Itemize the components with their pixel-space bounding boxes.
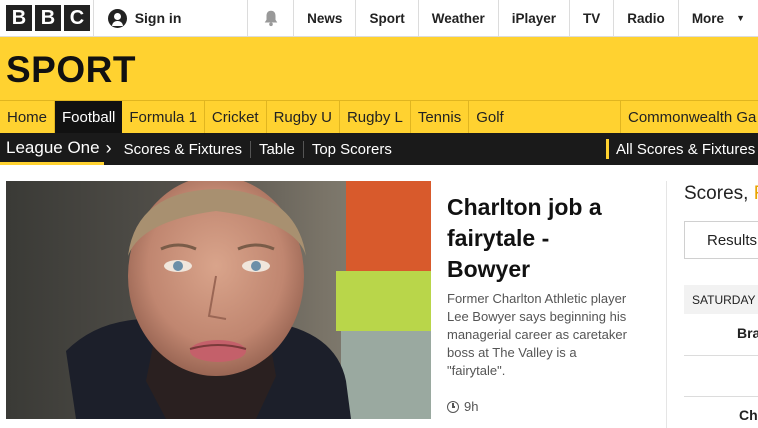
nav-more[interactable]: More ▼ bbox=[677, 0, 758, 36]
nav-news[interactable]: News bbox=[293, 0, 355, 36]
bell-icon bbox=[264, 10, 277, 27]
sport-nav: Home Football Formula 1 Cricket Rugby U … bbox=[0, 100, 758, 134]
story-image[interactable] bbox=[6, 181, 431, 419]
sport-nav-rugby-union[interactable]: Rugby U bbox=[267, 101, 340, 133]
league-nav: League One › Scores & Fixtures Table Top… bbox=[0, 133, 758, 165]
nav-iplayer[interactable]: iPlayer bbox=[497, 0, 569, 36]
nav-radio[interactable]: Radio bbox=[613, 0, 678, 36]
sport-nav-formula-1[interactable]: Formula 1 bbox=[122, 101, 205, 133]
sport-nav-golf[interactable]: Golf bbox=[469, 101, 511, 133]
row-divider bbox=[684, 355, 758, 356]
bbc-logo[interactable]: B B C bbox=[0, 0, 93, 36]
scores-panel-title: Scores, R bbox=[684, 183, 758, 205]
fixture-team[interactable]: Ch bbox=[739, 407, 758, 423]
fixture-team[interactable]: Bra bbox=[737, 325, 758, 341]
logo-block: B bbox=[6, 5, 32, 31]
league-nav-table[interactable]: Table bbox=[251, 140, 304, 158]
scores-title-highlight: R bbox=[754, 183, 758, 204]
sport-nav-cricket[interactable]: Cricket bbox=[205, 101, 267, 133]
all-scores-fixtures-link[interactable]: All Scores & Fixtures bbox=[606, 139, 755, 159]
logo-block: C bbox=[64, 5, 90, 31]
user-icon bbox=[107, 8, 127, 28]
story-time-label: 9h bbox=[464, 399, 479, 414]
chevron-right-icon: › bbox=[105, 137, 112, 158]
nav-weather[interactable]: Weather bbox=[417, 0, 498, 36]
chevron-down-icon: ▼ bbox=[736, 13, 745, 23]
nav-more-label: More bbox=[691, 10, 725, 26]
masthead: B B C Sign in News Sport Weather iPlayer… bbox=[0, 0, 758, 37]
row-divider bbox=[684, 396, 758, 397]
signin-label: Sign in bbox=[134, 10, 182, 26]
logo-block: B bbox=[35, 5, 61, 31]
section-title[interactable]: SPORT bbox=[6, 49, 136, 91]
scores-title-text: Scores, bbox=[684, 183, 754, 204]
signin-button[interactable]: Sign in bbox=[92, 0, 247, 36]
story-photo bbox=[6, 181, 431, 419]
sport-nav-commonwealth-games[interactable]: Commonwealth Ga bbox=[620, 101, 758, 134]
story-headline[interactable]: Charlton job a fairytale - Bowyer bbox=[447, 192, 637, 285]
nav-sport[interactable]: Sport bbox=[355, 0, 417, 36]
league-nav-top-scorers[interactable]: Top Scorers bbox=[304, 141, 400, 158]
results-button[interactable]: Results bbox=[684, 221, 758, 259]
story-timestamp: 9h bbox=[447, 399, 478, 414]
sport-nav-home[interactable]: Home bbox=[0, 101, 56, 133]
sport-header: SPORT bbox=[0, 37, 758, 100]
story-summary: Former Charlton Athletic player Lee Bowy… bbox=[447, 291, 627, 378]
notifications-button[interactable] bbox=[246, 0, 293, 36]
league-title[interactable]: League One bbox=[0, 133, 104, 165]
sport-nav-football[interactable]: Football bbox=[55, 101, 123, 133]
sport-nav-tennis[interactable]: Tennis bbox=[411, 101, 470, 133]
nav-tv[interactable]: TV bbox=[569, 0, 613, 36]
column-divider bbox=[666, 181, 667, 428]
league-nav-scores-fixtures[interactable]: Scores & Fixtures bbox=[116, 140, 251, 158]
sport-nav-rugby-league[interactable]: Rugby L bbox=[340, 101, 411, 133]
clock-icon bbox=[447, 400, 459, 413]
date-header: SATURDAY bbox=[684, 285, 758, 314]
